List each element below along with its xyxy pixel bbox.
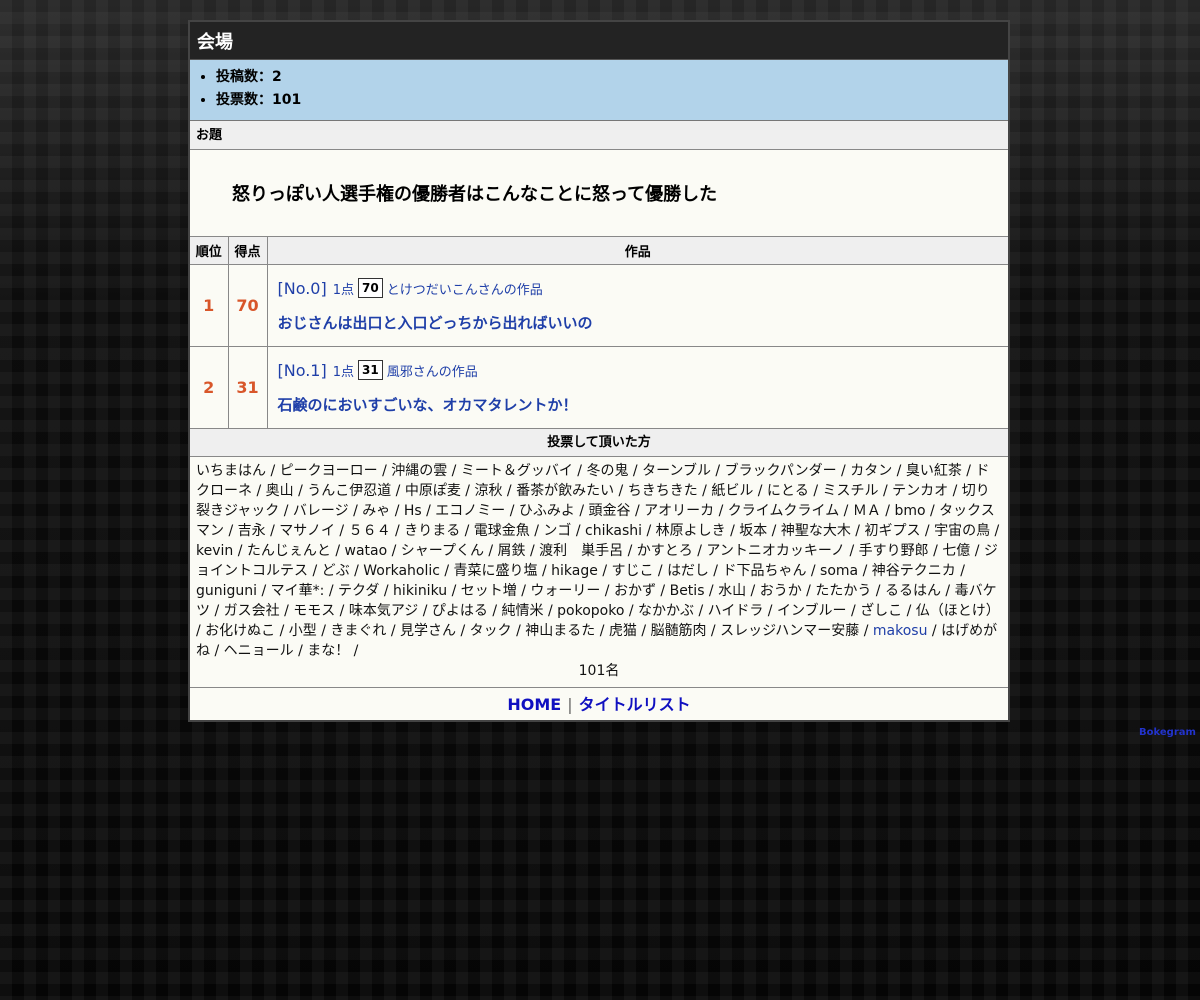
home-link[interactable]: HOME: [507, 695, 561, 714]
voters-list: いちまはん / ピークヨーロー / 沖縄の雲 / ミート＆グッバイ / 冬の鬼 …: [190, 457, 1008, 688]
post-count: 投稿数：2: [216, 66, 1008, 89]
work-title: 石鹸のにおいすごいな、オカマタレントか！: [277, 396, 578, 414]
author-link[interactable]: とけつだいこんさんの作品: [387, 279, 543, 298]
author-link[interactable]: 風邪さんの作品: [387, 361, 478, 380]
score-cell: 70: [228, 264, 268, 347]
nav-separator: |: [567, 695, 573, 714]
work-number-link[interactable]: [No.0]: [278, 279, 327, 298]
rank-column-header: 順位: [190, 237, 229, 265]
footer-nav: HOME | タイトルリスト: [190, 688, 1008, 720]
work-title: おじさんは出口と入口どっちから出ればいいの: [277, 314, 593, 332]
rank-cell: 1: [190, 264, 229, 347]
points-label: 1点: [332, 364, 355, 380]
title-list-link[interactable]: タイトルリスト: [579, 695, 691, 714]
score-cell: 31: [228, 346, 268, 429]
topic-label: お題: [190, 121, 1008, 150]
work-cell: [No.0] 1点 70 とけつだいこんさんの作品 おじさんは出口と入口どっちから…: [267, 264, 1008, 347]
points-badge: 31: [358, 360, 383, 380]
credit-link[interactable]: Bokegram: [1139, 727, 1196, 738]
work-number-link[interactable]: [No.1]: [278, 361, 327, 380]
results-header-row: 順位 得点 作品: [190, 237, 1008, 265]
voters-label: 投票して頂いた方: [190, 429, 1008, 457]
work-cell: [No.1] 1点 31 風邪さんの作品 石鹸のにおいすごいな、オカマタレントか！: [267, 346, 1008, 429]
page-title: 会場: [190, 22, 1008, 60]
stats-panel: 投稿数：2 投票数：101: [190, 60, 1008, 121]
results-table: 順位 得点 作品 1 70 [No.0] 1点 70 とけつだいこんさんの作品 お…: [190, 237, 1008, 429]
table-row: 2 31 [No.1] 1点 31 風邪さんの作品 石鹸のにおいすごいな、オカマタ…: [190, 346, 1008, 429]
work-column-header: 作品: [267, 237, 1008, 265]
topic-text: 怒りっぽい人選手権の優勝者はこんなことに怒って優勝した: [190, 150, 1008, 237]
points-label: 1点: [332, 282, 355, 298]
score-column-header: 得点: [228, 237, 268, 265]
rank-cell: 2: [190, 346, 229, 429]
table-row: 1 70 [No.0] 1点 70 とけつだいこんさんの作品 おじさんは出口と入口…: [190, 264, 1008, 347]
voter-link[interactable]: makosu: [873, 623, 928, 639]
venue-panel: 会場 投稿数：2 投票数：101 お題 怒りっぽい人選手権の優勝者はこんなことに…: [188, 20, 1010, 722]
voter-count: 101名: [578, 663, 620, 679]
vote-count: 投票数：101: [216, 89, 1008, 112]
points-badge: 70: [358, 278, 383, 298]
